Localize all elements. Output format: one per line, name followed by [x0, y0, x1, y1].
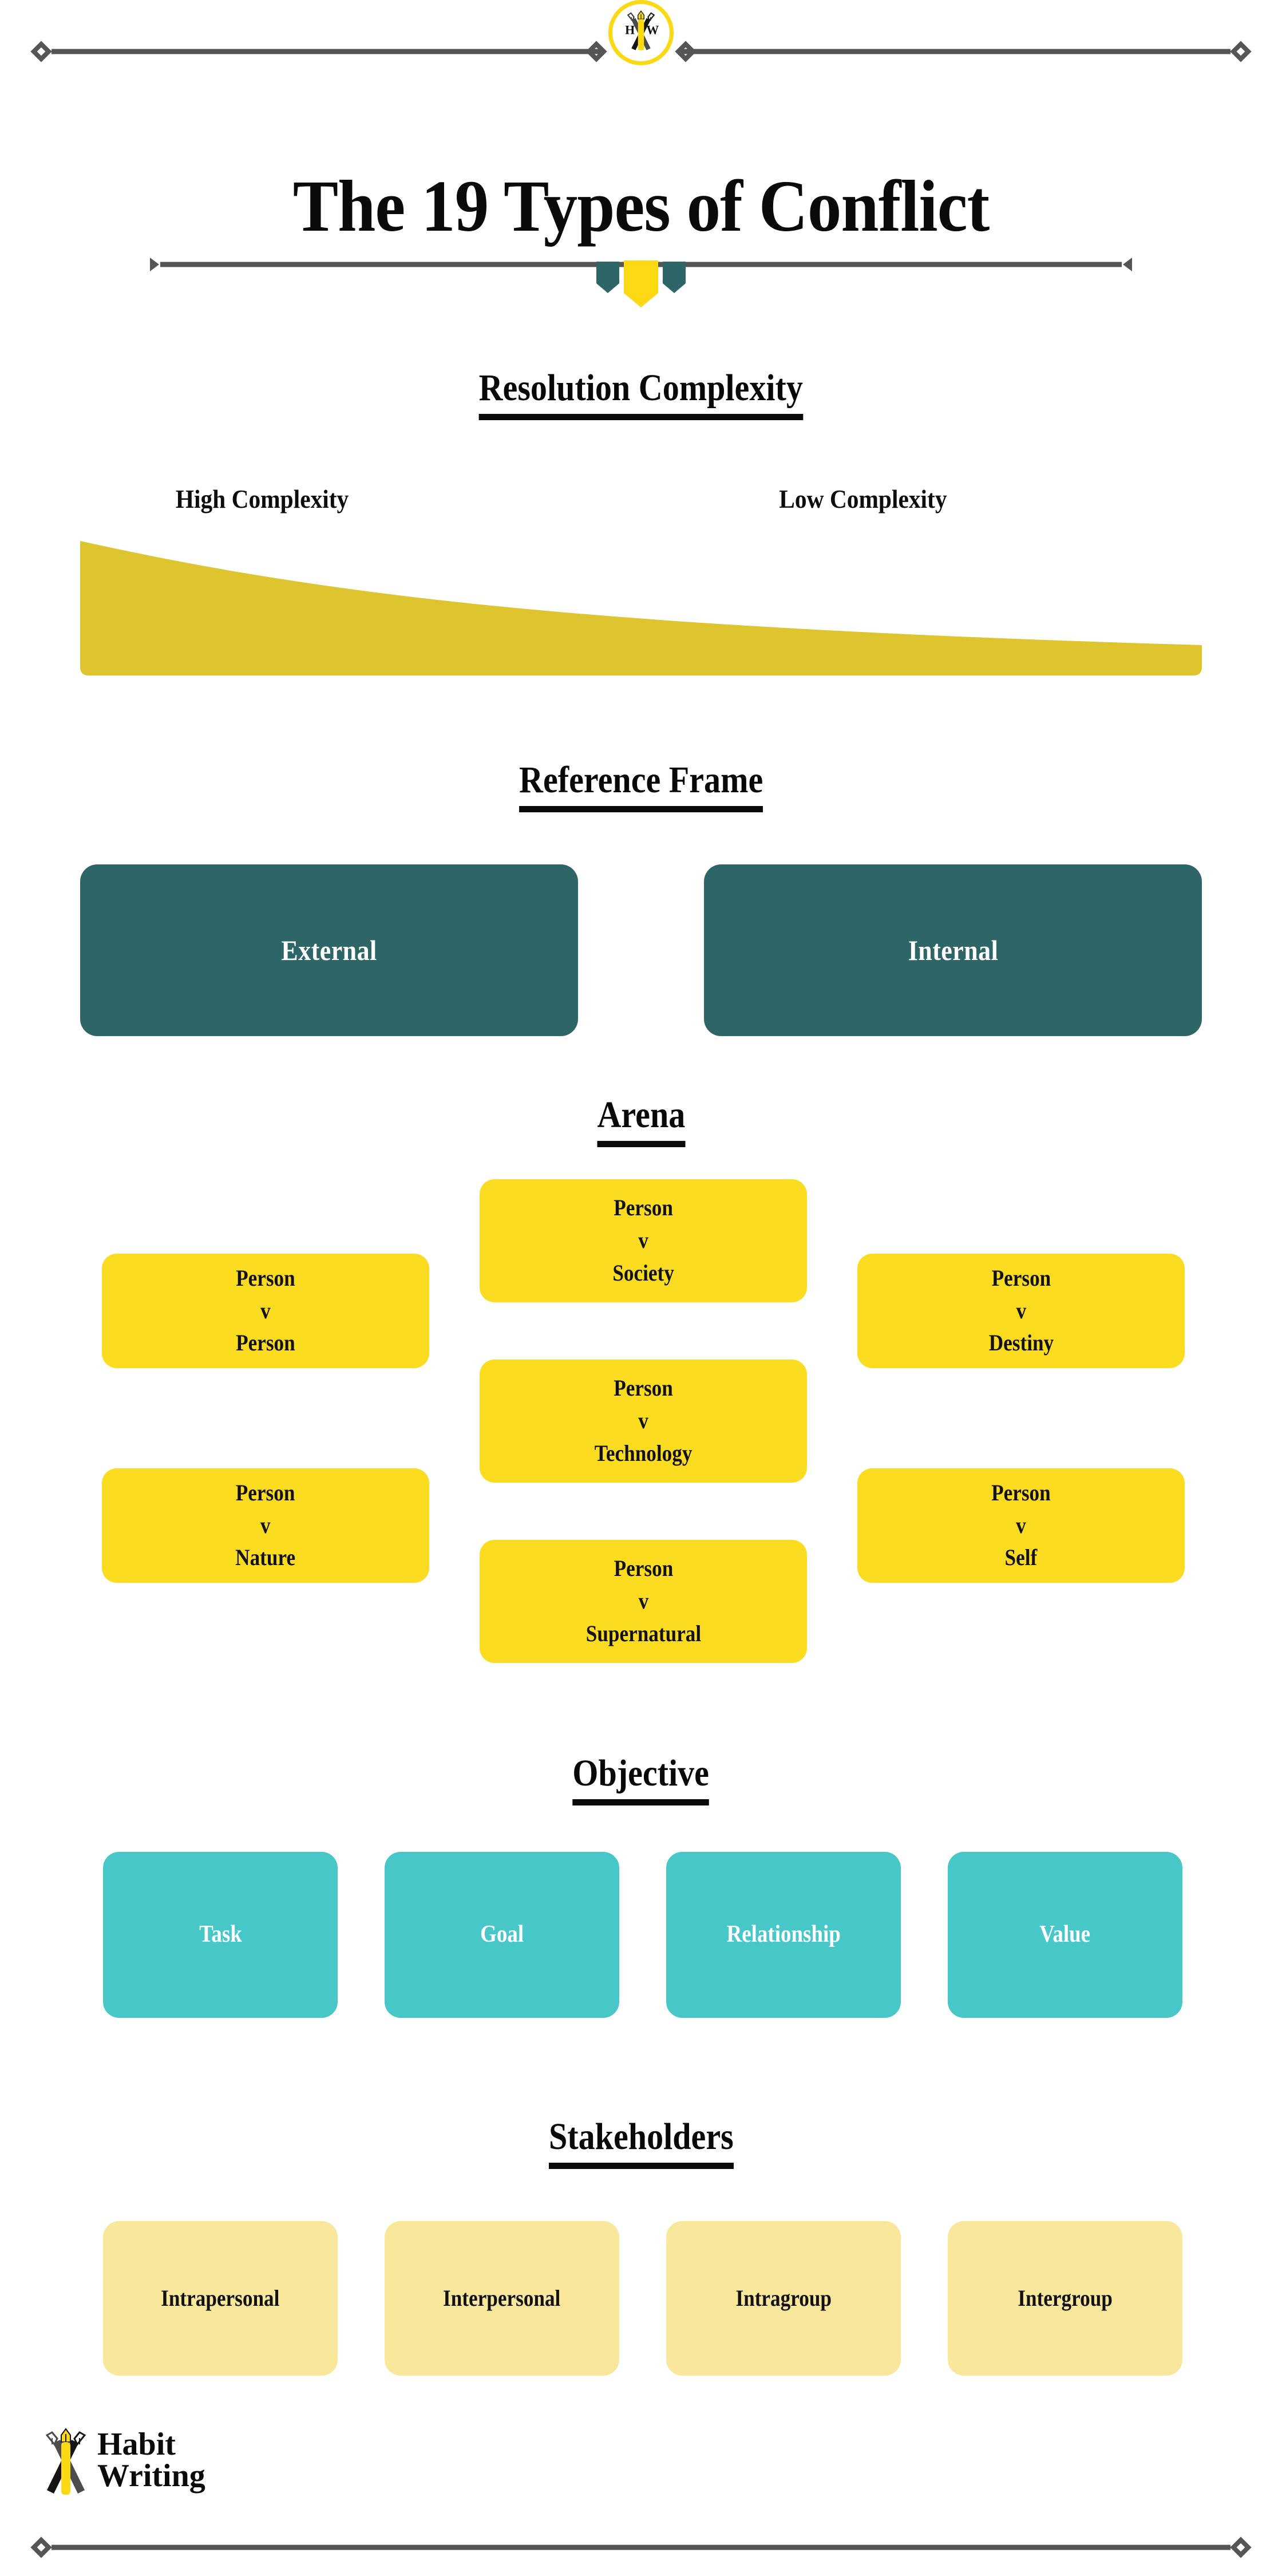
stakeholders-card-intrapersonal[interactable]: Intrapersonal	[103, 2221, 338, 2376]
diamond-icon-far-left	[30, 41, 52, 62]
card-label: Person v Supernatural	[585, 1555, 701, 1646]
card-label: Goal	[480, 1921, 524, 1948]
diamond-icon-bottom-left	[30, 2537, 52, 2558]
stakeholders-card-interpersonal[interactable]: Interpersonal	[385, 2221, 619, 2376]
bottom-divider	[0, 2536, 1282, 2559]
footer-wordmark: Habit Writing	[97, 2427, 205, 2494]
footer-wordmark-line1: Habit	[97, 2427, 176, 2462]
objective-card-relationship[interactable]: Relationship	[666, 1852, 901, 2018]
card-label: External	[281, 934, 377, 966]
arrow-left-icon	[150, 258, 159, 271]
card-label: Interpersonal	[443, 2285, 561, 2311]
section-heading-label: Stakeholders	[548, 2118, 734, 2169]
arena-card-person-v-technology[interactable]: Person v Technology	[480, 1360, 807, 1483]
card-label: Intrapersonal	[161, 2285, 280, 2311]
page-title: The 19 Types of Conflict	[292, 165, 990, 247]
pen-yellow	[638, 10, 644, 50]
card-label: Person v Person	[236, 1265, 295, 1356]
diamond-icon-far-right	[1230, 41, 1252, 62]
arena-card-person-v-person[interactable]: Person v Person	[102, 1254, 429, 1368]
complexity-wedge-shape	[80, 541, 1202, 675]
badge-initial-h: H	[625, 23, 635, 37]
objective-card-goal[interactable]: Goal	[385, 1852, 619, 2018]
section-heading-label: Arena	[597, 1096, 685, 1147]
brand-badge: H W	[608, 0, 674, 65]
pennant-teal-left	[596, 262, 619, 293]
section-heading-resolution-complexity: Resolution Complexity	[0, 369, 1282, 420]
section-heading-arena: Arena	[0, 1096, 1282, 1147]
section-heading-label: Resolution Complexity	[478, 369, 804, 420]
arena-card-person-v-destiny[interactable]: Person v Destiny	[857, 1254, 1185, 1368]
card-label: Relationship	[726, 1921, 841, 1948]
section-heading-objective: Objective	[0, 1755, 1282, 1805]
diamond-icon-bottom-right	[1230, 2537, 1252, 2558]
footer-wordmark-line2: Writing	[97, 2458, 205, 2494]
card-label: Person v Self	[991, 1479, 1051, 1571]
arrow-right-icon	[1123, 258, 1132, 271]
arena-card-person-v-society[interactable]: Person v Society	[480, 1179, 807, 1302]
arena-card-person-v-supernatural[interactable]: Person v Supernatural	[480, 1540, 807, 1663]
card-label: Value	[1039, 1921, 1091, 1948]
card-label: Task	[199, 1921, 242, 1948]
pennant-yellow-center	[624, 260, 658, 307]
crossed-pens-hw-monogram-icon: H W	[625, 10, 659, 50]
section-heading-stakeholders: Stakeholders	[0, 2118, 1282, 2169]
card-label: Internal	[908, 934, 998, 966]
stakeholders-card-intergroup[interactable]: Intergroup	[948, 2221, 1182, 2376]
section-heading-label: Objective	[572, 1755, 710, 1805]
complexity-wedge-chart	[80, 541, 1202, 675]
pennant-teal-right	[663, 262, 686, 293]
card-label: Person v Technology	[594, 1375, 693, 1466]
card-label: Intragroup	[735, 2285, 832, 2311]
complexity-wedge-svg	[80, 541, 1202, 675]
reference-frame-card-internal[interactable]: Internal	[704, 864, 1202, 1036]
complexity-label-low: Low Complexity	[779, 484, 947, 513]
title-divider-svg	[150, 258, 1132, 307]
objective-card-task[interactable]: Task	[103, 1852, 338, 2018]
objective-card-value[interactable]: Value	[948, 1852, 1182, 2018]
arena-card-person-v-self[interactable]: Person v Self	[857, 1468, 1185, 1583]
card-label: Person v Society	[612, 1195, 674, 1286]
complexity-label-high: High Complexity	[175, 484, 349, 513]
arena-card-person-v-nature[interactable]: Person v Nature	[102, 1468, 429, 1583]
card-label: Intergroup	[1018, 2285, 1113, 2311]
title-divider	[0, 258, 1282, 321]
infographic-page: H W The 19 Types of Conflict Resolution …	[0, 0, 1282, 2576]
badge-initial-w: W	[646, 23, 659, 37]
section-heading-label: Reference Frame	[519, 761, 763, 812]
reference-frame-card-external[interactable]: External	[80, 864, 578, 1036]
section-heading-reference-frame: Reference Frame	[0, 761, 1282, 812]
card-label: Person v Nature	[235, 1479, 296, 1571]
bottom-divider-svg	[30, 2537, 1252, 2558]
stakeholders-card-intragroup[interactable]: Intragroup	[666, 2221, 901, 2376]
pen-yellow	[61, 2428, 71, 2495]
card-label: Person v Destiny	[988, 1265, 1054, 1356]
